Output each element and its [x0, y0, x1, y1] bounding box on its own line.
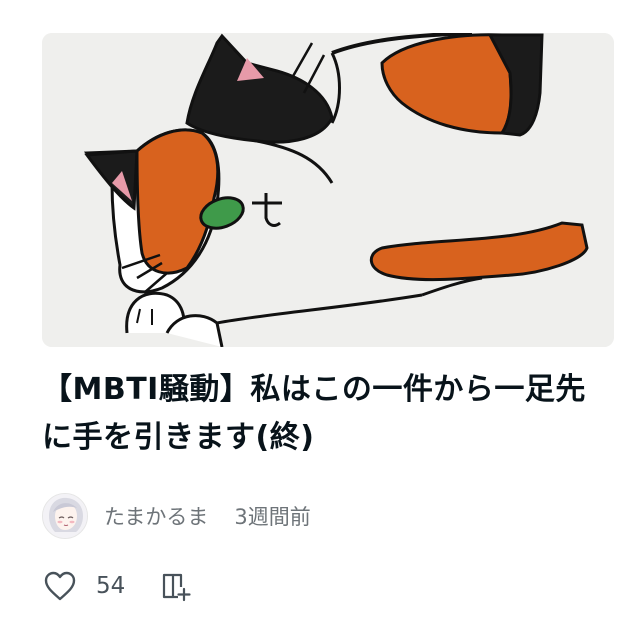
author-name[interactable]: たまかるま — [104, 501, 208, 531]
article-title[interactable]: 【MBTI騒動】私はこの一件から一足先に手を引きます(終) — [42, 366, 614, 462]
avatar-illustration — [43, 494, 87, 538]
published-time: 3週間前 — [234, 505, 311, 529]
note-card[interactable]: 【MBTI騒動】私はこの一件から一足先に手を引きます(終) たまかるま 3週間前… — [0, 0, 636, 636]
magazine-add-icon — [163, 573, 191, 602]
calico-cat-drawing — [42, 33, 614, 347]
heart-outline-icon — [44, 571, 76, 601]
like-count: 54 — [96, 573, 126, 599]
article-meta: たまかるま 3週間前 — [42, 492, 311, 540]
author-avatar[interactable] — [42, 493, 88, 539]
article-actions: 54 — [42, 564, 193, 608]
add-to-magazine-button[interactable] — [159, 569, 193, 603]
like-button[interactable]: 54 — [42, 568, 125, 604]
thumbnail-image[interactable] — [42, 33, 614, 347]
